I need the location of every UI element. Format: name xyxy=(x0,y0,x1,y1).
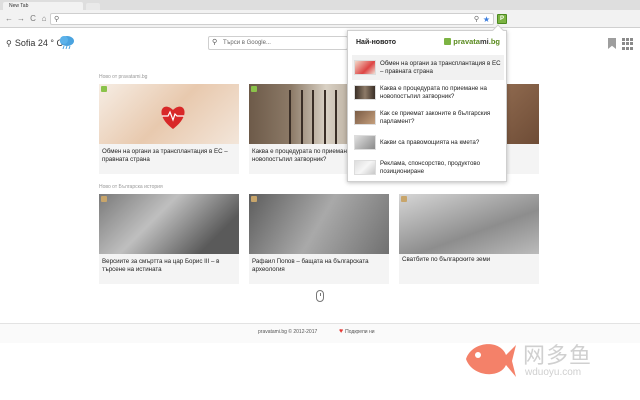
browser-toolbar: ← → C ⌂ ⚲ ⚲ ★ P xyxy=(0,10,640,28)
forward-button[interactable]: → xyxy=(16,13,26,25)
location-pin-icon: ⚲ xyxy=(6,39,12,48)
zoom-icon[interactable]: ⚲ xyxy=(474,14,479,25)
article-title: Каква е процедурата по приемане на новоп… xyxy=(380,85,504,101)
tab-new-tab[interactable]: New Tab xyxy=(3,2,83,10)
article-thumbnail xyxy=(354,60,376,75)
copyright-text: pravatami.bg © 2012-2017 xyxy=(258,329,317,335)
logo-square-icon xyxy=(444,38,451,45)
prison-bars-icon xyxy=(289,90,349,144)
article-title: Реклама, спонсорство, продуктово позицио… xyxy=(380,160,504,176)
popup-article-item[interactable]: Реклама, спонсорство, продуктово позицио… xyxy=(352,155,504,180)
fish-logo-icon xyxy=(462,333,518,383)
rain-cloud-icon xyxy=(58,34,76,50)
heart-icon xyxy=(159,104,187,130)
search-icon: ⚲ xyxy=(54,14,59,25)
extension-popup: Най-новото pravatami.bg Обмен на органи … xyxy=(347,30,507,182)
tab-bar: New Tab xyxy=(0,0,640,10)
section-label-pravatami: Ново от pravatami.bg xyxy=(99,74,147,80)
article-thumbnail xyxy=(354,110,376,125)
article-thumbnail xyxy=(354,85,376,100)
back-button[interactable]: ← xyxy=(4,13,14,25)
article-title: Какви са правомощията на кмета? xyxy=(380,139,479,147)
logo-main: pravata xyxy=(453,37,480,46)
logo-tld: .bg xyxy=(489,37,500,46)
card-image xyxy=(99,194,239,254)
pravatami-extension-icon[interactable]: P xyxy=(497,14,507,24)
article-thumbnail xyxy=(354,160,376,175)
card-caption: Рафаил Попов – бащата на българската арх… xyxy=(252,258,386,274)
card-caption: Версиите за смъртта на цар Борис III – в… xyxy=(102,258,236,274)
news-card[interactable]: Версиите за смъртта на цар Борис III – в… xyxy=(99,194,239,284)
watermark-cn: 网多鱼 xyxy=(523,338,592,370)
search-placeholder: Търси в Google... xyxy=(223,37,271,50)
search-icon: ⚲ xyxy=(212,38,217,46)
source-badge-icon xyxy=(401,196,407,202)
bookmark-icon[interactable] xyxy=(608,38,616,49)
card-image xyxy=(99,84,239,144)
source-badge-icon xyxy=(251,86,257,92)
popup-article-item[interactable]: Обмен на органи за трансплантация в ЕС –… xyxy=(352,55,504,80)
news-card[interactable]: Рафаил Попов – бащата на българската арх… xyxy=(249,194,389,284)
bookmark-star-icon[interactable]: ★ xyxy=(483,14,490,25)
news-card[interactable]: Обмен на органи за трансплантация в ЕС –… xyxy=(99,84,239,174)
weather-text: Sofia 24 ° C xyxy=(15,38,63,48)
logo-mi: mi xyxy=(480,37,489,46)
popup-title: Най-новото xyxy=(356,39,396,46)
heart-icon: ♥ xyxy=(339,329,343,335)
apps-grid-icon[interactable] xyxy=(622,38,634,50)
article-title: Как се приемат законите в българския пар… xyxy=(380,110,504,126)
scroll-mouse-icon[interactable] xyxy=(316,290,324,302)
source-badge-icon xyxy=(251,196,257,202)
card-image xyxy=(249,194,389,254)
card-caption: Сватбите по българските земи xyxy=(402,256,536,264)
news-card[interactable]: Сватбите по българските земи xyxy=(399,194,539,284)
weather-widget: ⚲ Sofia 24 ° C xyxy=(6,38,63,48)
pravatami-logo[interactable]: pravatami.bg xyxy=(444,37,500,46)
watermark: 网多鱼 wduoyu.com xyxy=(462,333,640,400)
source-badge-icon xyxy=(101,86,107,92)
tab-title: New Tab xyxy=(9,3,28,9)
reload-button[interactable]: C xyxy=(28,13,38,25)
popup-article-item[interactable]: Каква е процедурата по приемане на новоп… xyxy=(352,80,504,105)
popup-article-item[interactable]: Какви са правомощията на кмета? xyxy=(352,130,504,155)
source-badge-icon xyxy=(101,196,107,202)
popup-article-item[interactable]: Как се приемат законите в българския пар… xyxy=(352,105,504,130)
support-link[interactable]: ♥ Подкрепи ни xyxy=(339,329,375,335)
article-title: Обмен на органи за трансплантация в ЕС –… xyxy=(380,60,504,76)
home-button[interactable]: ⌂ xyxy=(39,13,49,25)
section-label-history: Ново от Българска история xyxy=(99,184,163,190)
popup-article-list: Обмен на органи за трансплантация в ЕС –… xyxy=(352,55,504,180)
card-caption: Обмен на органи за трансплантация в ЕС –… xyxy=(102,148,236,164)
watermark-url: wduoyu.com xyxy=(525,367,581,378)
support-label: Подкрепи ни xyxy=(345,329,374,335)
article-thumbnail xyxy=(354,135,376,150)
google-search-input[interactable]: ⚲ Търси в Google... xyxy=(208,36,348,50)
new-tab-button[interactable] xyxy=(86,3,100,10)
card-image xyxy=(399,194,539,254)
address-bar[interactable]: ⚲ ⚲ ★ xyxy=(50,13,494,25)
